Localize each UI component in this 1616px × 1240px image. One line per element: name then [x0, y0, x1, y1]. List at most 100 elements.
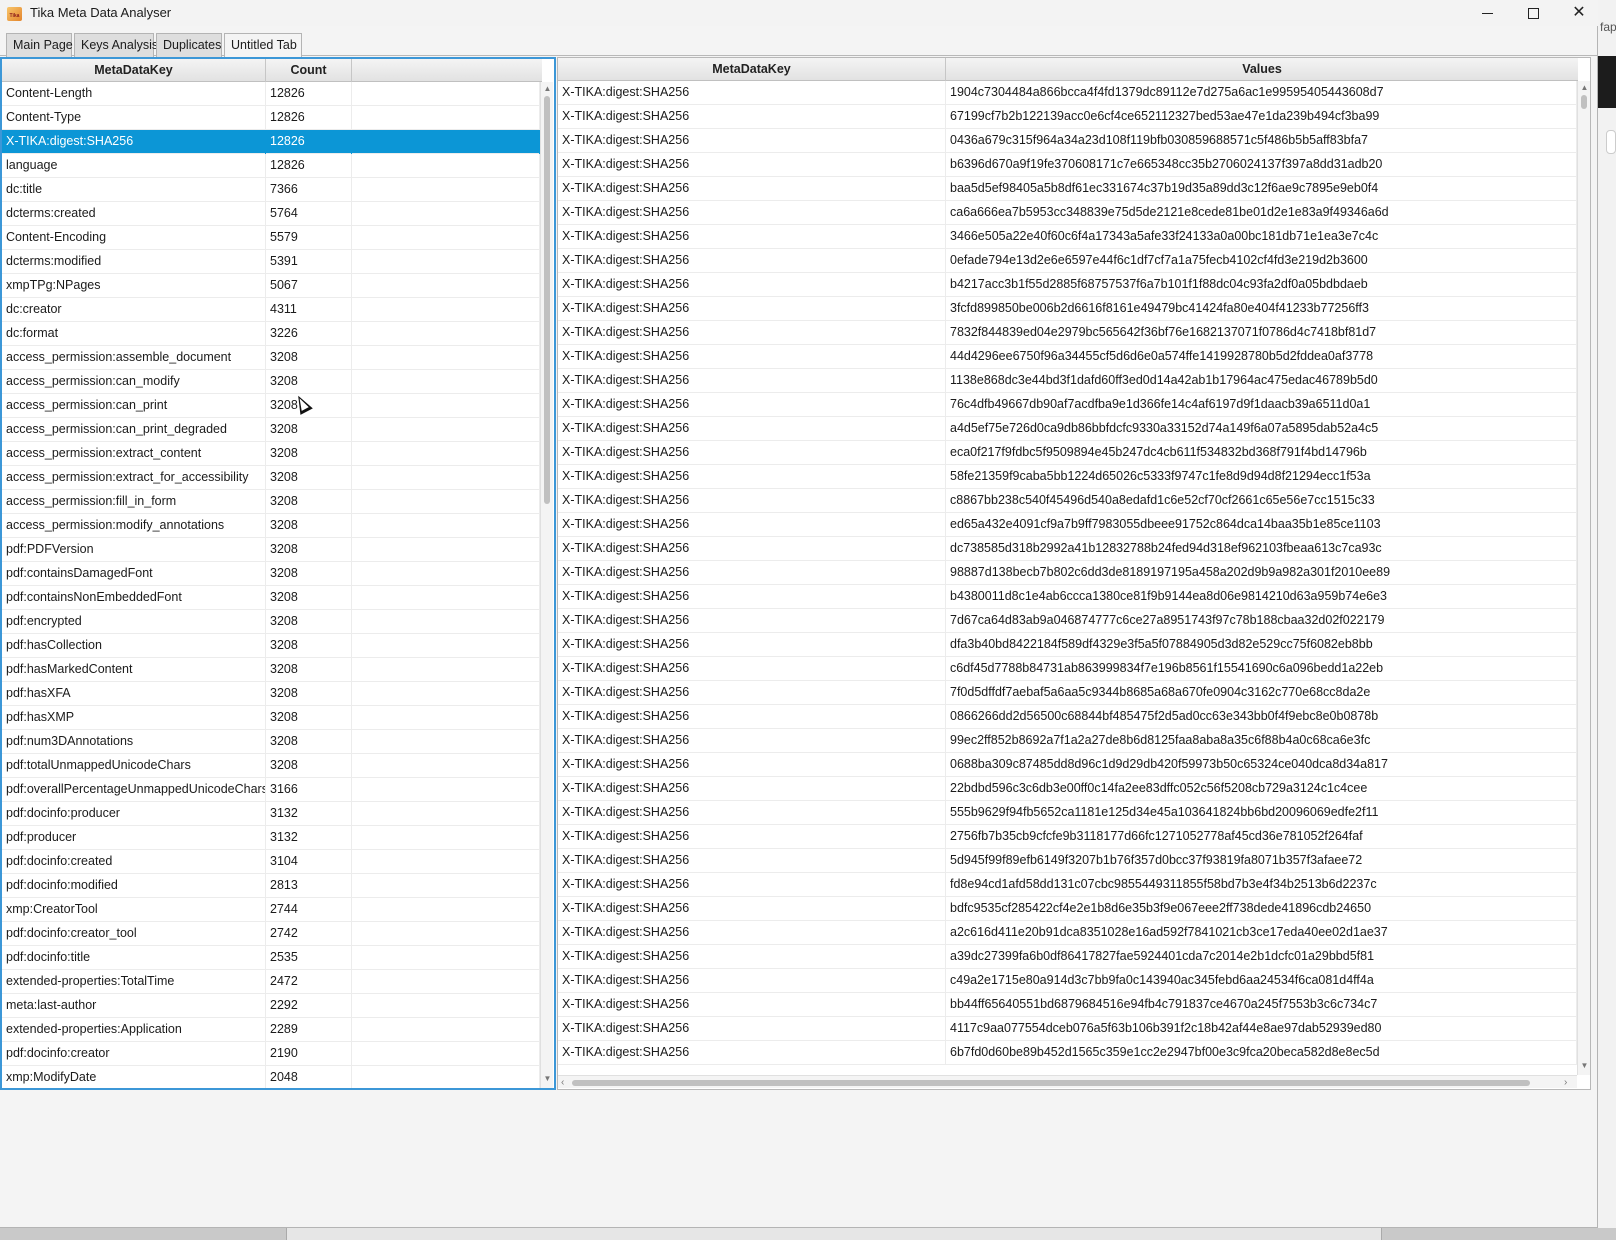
- table-row[interactable]: pdf:docinfo:creator 2190: [2, 1042, 540, 1066]
- table-row[interactable]: xmp:ModifyDate 2048: [2, 1066, 540, 1088]
- column-header-count[interactable]: Count: [266, 59, 352, 82]
- table-row[interactable]: X-TIKA:digest:SHA256 3fcfd899850be006b2d6…: [558, 297, 1577, 321]
- table-row[interactable]: X-TIKA:digest:SHA256 bdfc9535cf285422cf4e…: [558, 897, 1577, 921]
- table-row[interactable]: X-TIKA:digest:SHA256 76c4dfb49667db90af7a…: [558, 393, 1577, 417]
- values-table-scroll-thumb[interactable]: [1581, 95, 1587, 109]
- table-row[interactable]: X-TIKA:digest:SHA256 eca0f217f9fdbc5f9509…: [558, 441, 1577, 465]
- table-row[interactable]: X-TIKA:digest:SHA256 fd8e94cd1afd58dd131c…: [558, 873, 1577, 897]
- table-row[interactable]: X-TIKA:digest:SHA256 1138e868dc3e44bd3f1d…: [558, 369, 1577, 393]
- table-row[interactable]: X-TIKA:digest:SHA256 555b9629f94fb5652ca1…: [558, 801, 1577, 825]
- table-row[interactable]: pdf:encrypted 3208: [2, 610, 540, 634]
- values-table-hscrollbar[interactable]: ‹ ›: [558, 1075, 1577, 1088]
- table-row[interactable]: xmp:CreatorTool 2744: [2, 898, 540, 922]
- table-row[interactable]: extended-properties:TotalTime 2472: [2, 970, 540, 994]
- table-row[interactable]: X-TIKA:digest:SHA256 99ec2ff852b8692a7f1a…: [558, 729, 1577, 753]
- table-row[interactable]: pdf:overallPercentageUnmappedUnicodeChar…: [2, 778, 540, 802]
- table-row[interactable]: dc:title 7366: [2, 178, 540, 202]
- scroll-up-icon[interactable]: ▲: [1580, 83, 1589, 92]
- table-row[interactable]: X-TIKA:digest:SHA256 b4380011d8c1e4ab6ccc…: [558, 585, 1577, 609]
- scroll-down-icon[interactable]: ▼: [543, 1074, 552, 1083]
- table-row[interactable]: pdf:PDFVersion 3208: [2, 538, 540, 562]
- table-row[interactable]: X-TIKA:digest:SHA256 a2c616d411e20b91dca8…: [558, 921, 1577, 945]
- table-row[interactable]: pdf:producer 3132: [2, 826, 540, 850]
- column-header-values[interactable]: Values: [946, 58, 1578, 81]
- close-button[interactable]: ✕: [1556, 0, 1602, 26]
- title-bar[interactable]: Tika Tika Meta Data Analyser ✕: [0, 0, 1598, 26]
- table-row[interactable]: X-TIKA:digest:SHA256 12826: [2, 130, 540, 154]
- table-row[interactable]: X-TIKA:digest:SHA256 67199cf7b2b122139acc…: [558, 105, 1577, 129]
- table-row[interactable]: pdf:docinfo:modified 2813: [2, 874, 540, 898]
- table-row[interactable]: X-TIKA:digest:SHA256 bb44ff65640551bd6879…: [558, 993, 1577, 1017]
- table-row[interactable]: pdf:hasMarkedContent 3208: [2, 658, 540, 682]
- table-row[interactable]: X-TIKA:digest:SHA256 7832f844839ed04e2979…: [558, 321, 1577, 345]
- table-row[interactable]: Content-Length 12826: [2, 82, 540, 106]
- table-row[interactable]: pdf:num3DAnnotations 3208: [2, 730, 540, 754]
- table-row[interactable]: access_permission:extract_content 3208: [2, 442, 540, 466]
- table-row[interactable]: X-TIKA:digest:SHA256 b6396d670a9f19fe3706…: [558, 153, 1577, 177]
- keys-table-scroll-thumb[interactable]: [544, 96, 550, 504]
- tab-untitled[interactable]: Untitled Tab: [224, 33, 302, 57]
- table-row[interactable]: pdf:hasXFA 3208: [2, 682, 540, 706]
- table-row[interactable]: X-TIKA:digest:SHA256 58fe21359f9caba5bb12…: [558, 465, 1577, 489]
- values-table-hscroll-thumb[interactable]: [572, 1080, 1530, 1086]
- maximize-button[interactable]: [1510, 0, 1556, 26]
- table-row[interactable]: pdf:docinfo:producer 3132: [2, 802, 540, 826]
- table-row[interactable]: X-TIKA:digest:SHA256 dc738585d318b2992a41…: [558, 537, 1577, 561]
- table-row[interactable]: X-TIKA:digest:SHA256 44d4296ee6750f96a344…: [558, 345, 1577, 369]
- table-row[interactable]: xmpTPg:NPages 5067: [2, 274, 540, 298]
- table-row[interactable]: pdf:docinfo:created 3104: [2, 850, 540, 874]
- table-row[interactable]: X-TIKA:digest:SHA256 dfa3b40bd8422184f589…: [558, 633, 1577, 657]
- table-row[interactable]: X-TIKA:digest:SHA256 baa5d5ef98405a5b8df6…: [558, 177, 1577, 201]
- values-table-vscrollbar[interactable]: ▲ ▼: [1577, 81, 1590, 1075]
- scroll-left-icon[interactable]: ‹: [561, 1077, 564, 1088]
- minimize-button[interactable]: [1464, 0, 1510, 26]
- table-row[interactable]: access_permission:modify_annotations 3208: [2, 514, 540, 538]
- values-table[interactable]: MetaDataKey Values X-TIKA:digest:SHA256 1…: [557, 57, 1591, 1090]
- table-row[interactable]: X-TIKA:digest:SHA256 7d67ca64d83ab9a04687…: [558, 609, 1577, 633]
- table-row[interactable]: X-TIKA:digest:SHA256 a39dc27399fa6b0df864…: [558, 945, 1577, 969]
- table-row[interactable]: Content-Encoding 5579: [2, 226, 540, 250]
- table-row[interactable]: X-TIKA:digest:SHA256 b4217acc3b1f55d2885f…: [558, 273, 1577, 297]
- keys-count-table[interactable]: MetaDataKey Count Content-Length 12826 Con…: [0, 57, 556, 1090]
- table-row[interactable]: meta:last-author 2292: [2, 994, 540, 1018]
- table-row[interactable]: access_permission:can_print_degraded 3208: [2, 418, 540, 442]
- table-row[interactable]: X-TIKA:digest:SHA256 98887d138becb7b802c6…: [558, 561, 1577, 585]
- table-row[interactable]: dcterms:modified 5391: [2, 250, 540, 274]
- table-row[interactable]: X-TIKA:digest:SHA256 c49a2e1715e80a914d3c…: [558, 969, 1577, 993]
- scroll-up-icon[interactable]: ▲: [543, 84, 552, 93]
- table-row[interactable]: extended-properties:Application 2289: [2, 1018, 540, 1042]
- table-row[interactable]: pdf:containsNonEmbeddedFont 3208: [2, 586, 540, 610]
- table-row[interactable]: X-TIKA:digest:SHA256 c6df45d7788b84731ab8…: [558, 657, 1577, 681]
- column-header-metadatakey[interactable]: MetaDataKey: [2, 59, 266, 82]
- table-row[interactable]: X-TIKA:digest:SHA256 a4d5ef75e726d0ca9db8…: [558, 417, 1577, 441]
- table-row[interactable]: pdf:totalUnmappedUnicodeChars 3208: [2, 754, 540, 778]
- table-row[interactable]: X-TIKA:digest:SHA256 2756fb7b35cb9cfcfe9b…: [558, 825, 1577, 849]
- table-row[interactable]: access_permission:assemble_document 3208: [2, 346, 540, 370]
- table-row[interactable]: X-TIKA:digest:SHA256 1904c7304484a866bcca…: [558, 81, 1577, 105]
- table-row[interactable]: access_permission:can_print 3208: [2, 394, 540, 418]
- table-row[interactable]: pdf:docinfo:title 2535: [2, 946, 540, 970]
- table-row[interactable]: dcterms:created 5764: [2, 202, 540, 226]
- table-row[interactable]: X-TIKA:digest:SHA256 0436a679c315f964a34a…: [558, 129, 1577, 153]
- table-row[interactable]: X-TIKA:digest:SHA256 0866266dd2d56500c688…: [558, 705, 1577, 729]
- table-row[interactable]: X-TIKA:digest:SHA256 0688ba309c87485dd8d9…: [558, 753, 1577, 777]
- table-row[interactable]: X-TIKA:digest:SHA256 5d945f99f89efb6149f3…: [558, 849, 1577, 873]
- table-row[interactable]: language 12826: [2, 154, 540, 178]
- scroll-right-icon[interactable]: ›: [1564, 1077, 1567, 1088]
- table-row[interactable]: access_permission:can_modify 3208: [2, 370, 540, 394]
- table-row[interactable]: X-TIKA:digest:SHA256 0efade794e13d2e6e659…: [558, 249, 1577, 273]
- table-row[interactable]: X-TIKA:digest:SHA256 7f0d5dffdf7aebaf5a6a…: [558, 681, 1577, 705]
- table-row[interactable]: pdf:containsDamagedFont 3208: [2, 562, 540, 586]
- table-row[interactable]: X-TIKA:digest:SHA256 c8867bb238c540f45496…: [558, 489, 1577, 513]
- table-row[interactable]: X-TIKA:digest:SHA256 6b7fd0d60be89b452d15…: [558, 1041, 1577, 1065]
- table-row[interactable]: X-TIKA:digest:SHA256 ca6a666ea7b5953cc348…: [558, 201, 1577, 225]
- tab-main-page[interactable]: Main Page: [6, 33, 73, 57]
- column-header-metadatakey[interactable]: MetaDataKey: [558, 58, 946, 81]
- table-row[interactable]: pdf:hasCollection 3208: [2, 634, 540, 658]
- scroll-down-icon[interactable]: ▼: [1580, 1061, 1589, 1070]
- table-row[interactable]: X-TIKA:digest:SHA256 3466e505a22e40f60c6f…: [558, 225, 1577, 249]
- tab-keys-analysis[interactable]: Keys Analysis: [74, 33, 158, 57]
- table-row[interactable]: X-TIKA:digest:SHA256 4117c9aa077554dceb07…: [558, 1017, 1577, 1041]
- table-row[interactable]: X-TIKA:digest:SHA256 ed65a432e4091cf9a7b9…: [558, 513, 1577, 537]
- tab-duplicates[interactable]: Duplicates: [156, 33, 222, 57]
